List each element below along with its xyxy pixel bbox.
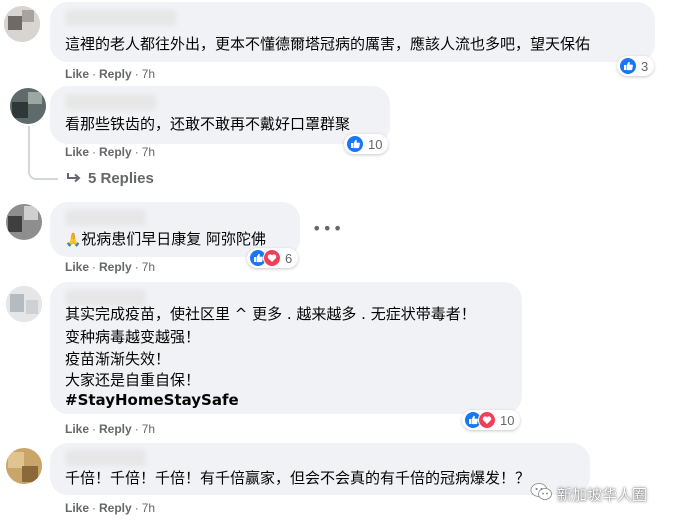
comment-text: 大家还是自重自保！ [65,371,201,389]
separator-dot: · [134,501,139,515]
commenter-name[interactable] [66,450,146,466]
like-link[interactable]: Like [65,67,89,81]
reaction-count: 6 [285,250,293,266]
heart-icon [263,249,281,267]
reply-link[interactable]: Reply [99,145,132,159]
commenter-name[interactable] [66,210,146,226]
comment-actions: Like · Reply · 7h [65,501,155,515]
reaction-count: 3 [641,58,649,74]
like-link[interactable]: Like [65,501,89,515]
reply-link[interactable]: Reply [99,260,132,274]
thumbs-up-icon [346,135,364,153]
like-link[interactable]: Like [65,145,89,159]
comment-timestamp[interactable]: 7h [142,67,155,81]
comment-text: 变种病毒越变越强！ [65,328,201,346]
comment-bubble: 這裡的老人都往外出，更本不懂德爾塔冠病的厲害，應該人流也多吧，望天保佑 [50,2,655,62]
avatar[interactable] [6,448,42,484]
comment-text: 千倍！千倍！千倍！有千倍赢家，但会不会真的有千倍的冠病爆发！？ [65,469,531,487]
commenter-name[interactable] [66,10,176,26]
comment-text: 🙏祝病患们早日康复 阿弥陀佛 [65,230,266,248]
comment-actions: Like · Reply · 7h [65,422,155,436]
reaction-count: 10 [368,136,383,152]
separator-dot: · [134,67,139,81]
separator-dot: · [92,67,97,81]
reply-link[interactable]: Reply [99,501,132,515]
avatar[interactable] [6,204,42,240]
comment-actions: Like · Reply · 7h [65,67,155,81]
reaction-count: 10 [500,412,515,428]
watermark: 新加坡华人圈 [530,482,647,506]
separator-dot: · [92,260,97,274]
comment-bubble: 看那些铁齿的，还敢不敢再不戴好口罩群聚 [50,86,390,144]
comment-timestamp[interactable]: 7h [142,145,155,159]
reaction-summary[interactable]: 3 [617,56,655,76]
more-options-icon[interactable]: ••• [312,219,343,238]
view-replies-link[interactable]: 5 Replies [66,170,154,188]
watermark-text: 新加坡华人圈 [557,485,648,504]
avatar[interactable] [10,88,46,124]
reply-thread-line [28,126,58,180]
separator-dot: · [134,422,139,436]
wechat-logo-icon [530,482,552,506]
like-link[interactable]: Like [65,260,89,274]
hashtag-link[interactable]: #StayHomeStaySafe [65,390,239,411]
reaction-summary[interactable]: 10 [462,410,521,430]
separator-dot: · [134,260,139,274]
separator-dot: · [92,145,97,159]
comment-timestamp[interactable]: 7h [142,260,155,274]
comment-bubble: 千倍！千倍！千倍！有千倍赢家，但会不会真的有千倍的冠病爆发！？ [50,443,590,495]
comment-text: 其实完成疫苗，使社区里 ^ 更多 . 越来越多 . 无症状带毒者！ [65,305,476,323]
reply-link[interactable]: Reply [99,67,132,81]
separator-dot: · [92,422,97,436]
comment-text: 看那些铁齿的，还敢不敢再不戴好口罩群聚 [65,115,351,133]
comment-bubble: 其实完成疫苗，使社区里 ^ 更多 . 越来越多 . 无症状带毒者！ 变种病毒越变… [50,282,522,414]
comment-actions: Like · Reply · 7h [65,145,155,159]
reaction-summary[interactable]: 10 [344,134,389,154]
like-link[interactable]: Like [65,422,89,436]
comment-text: 疫苗渐渐失效！ [65,350,171,368]
separator-dot: · [92,501,97,515]
praying-hands-emoji: 🙏 [65,233,82,248]
reply-arrow-icon [66,171,82,188]
commenter-name[interactable] [66,94,156,110]
reaction-summary[interactable]: 6 [247,248,299,268]
avatar[interactable] [6,286,42,322]
replies-count-label: 5 Replies [88,170,154,187]
heart-icon [478,411,496,429]
reply-link[interactable]: Reply [99,422,132,436]
separator-dot: · [134,145,139,159]
thumbs-up-icon [619,57,637,75]
comment-text: 這裡的老人都往外出，更本不懂德爾塔冠病的厲害，應該人流也多吧，望天保佑 [65,35,591,53]
comment-actions: Like · Reply · 7h [65,260,155,274]
comment-timestamp[interactable]: 7h [142,501,155,515]
avatar[interactable] [4,6,40,42]
comment-timestamp[interactable]: 7h [142,422,155,436]
